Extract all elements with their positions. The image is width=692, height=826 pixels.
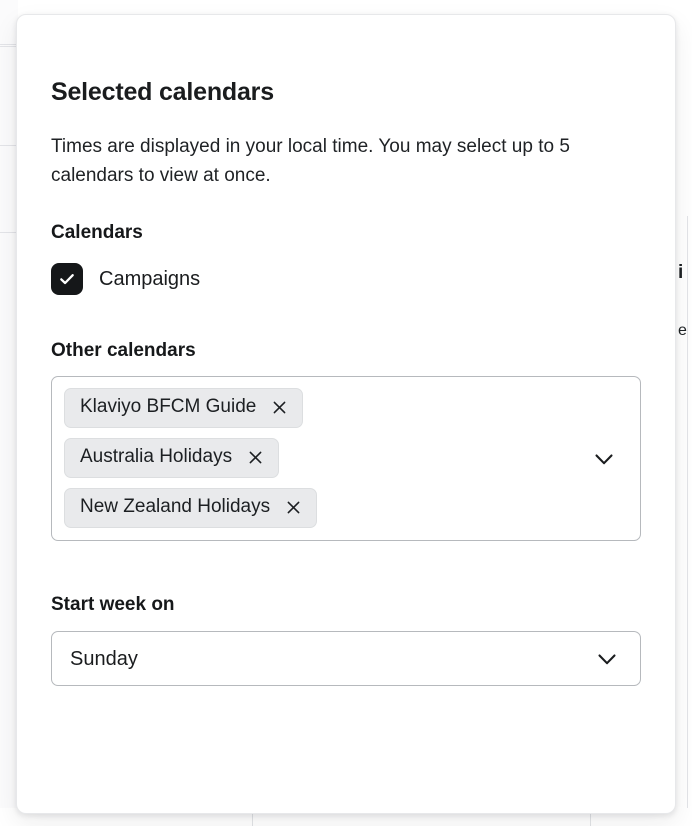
calendar-chip-label: Australia Holidays: [80, 446, 233, 468]
calendar-chip-label: New Zealand Holidays: [80, 496, 271, 518]
other-calendars-label: Other calendars: [51, 339, 196, 361]
start-week-section: Start week on Sunday: [51, 593, 641, 686]
calendar-chip[interactable]: Australia Holidays: [64, 438, 280, 479]
start-week-label: Start week on: [51, 594, 175, 616]
page-title: Selected calendars: [51, 78, 274, 106]
chevron-down-icon[interactable]: [594, 646, 620, 672]
start-week-select[interactable]: Sunday: [51, 631, 641, 686]
close-icon[interactable]: [246, 448, 265, 467]
selected-calendar-chips: Klaviyo BFCM Guide Australia Holidays Ne…: [64, 388, 628, 528]
background-right-divider: [687, 216, 688, 826]
close-icon[interactable]: [284, 498, 303, 517]
calendars-section-label: Calendars: [51, 221, 143, 243]
calendar-chip[interactable]: New Zealand Holidays: [64, 488, 318, 528]
other-calendars-multiselect[interactable]: Klaviyo BFCM Guide Australia Holidays Ne…: [51, 376, 641, 542]
chevron-down-icon[interactable]: [590, 445, 618, 473]
selected-calendars-modal: Selected calendars Times are displayed i…: [16, 14, 676, 814]
other-calendars-section: Other calendars Klaviyo BFCM Guide Austr…: [51, 339, 641, 542]
background-right-column: [676, 0, 692, 826]
background-clipped-heading: i: [678, 262, 684, 283]
check-icon[interactable]: [51, 262, 83, 295]
calendar-chip-label: Klaviyo BFCM Guide: [80, 396, 257, 418]
background-clipped-text: e: [678, 322, 687, 339]
calendar-checkbox-label: Campaigns: [99, 267, 201, 290]
close-icon[interactable]: [270, 398, 289, 417]
calendar-checkbox-campaigns[interactable]: Campaigns: [51, 262, 641, 295]
modal-description: Times are displayed in your local time. …: [51, 136, 570, 186]
calendar-chip[interactable]: Klaviyo BFCM Guide: [64, 388, 304, 429]
start-week-selected-value: Sunday: [70, 647, 138, 670]
calendars-section: Calendars Campaigns: [51, 221, 641, 295]
